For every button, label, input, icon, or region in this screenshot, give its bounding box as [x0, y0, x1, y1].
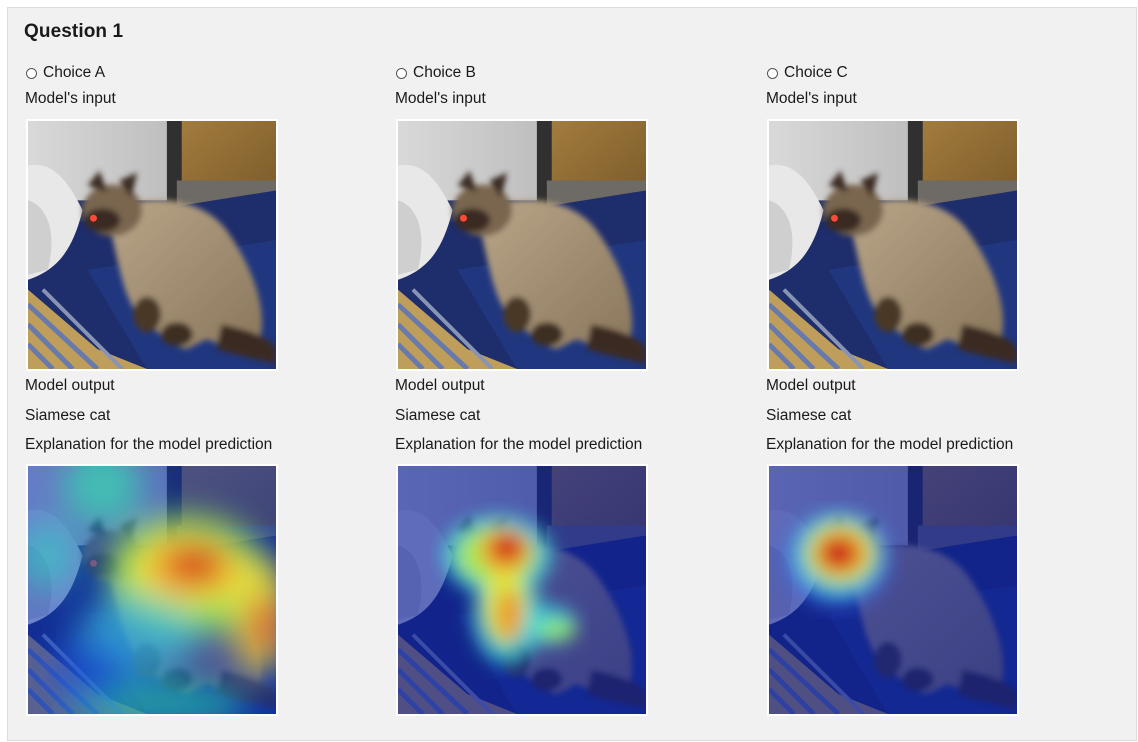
model-input-label: Model's input	[25, 90, 116, 107]
model-output-label: Model output	[766, 377, 856, 394]
question-panel: Question 1 Choice A Model's input Model …	[7, 7, 1137, 741]
choice-a: Choice A Model's input Model output Siam…	[25, 63, 365, 716]
explanation-heatmap-image	[26, 464, 278, 716]
model-input-image	[767, 119, 1019, 371]
explanation-label: Explanation for the model prediction	[25, 436, 273, 453]
choice-b: Choice B Model's input Model output Siam…	[395, 63, 735, 716]
model-prediction: Siamese cat	[395, 407, 481, 424]
explanation-heatmap-image	[396, 464, 648, 716]
choice-c-label[interactable]: Choice C	[784, 63, 848, 83]
choice-b-radio[interactable]	[396, 67, 407, 79]
explanation-label: Explanation for the model prediction	[395, 436, 643, 453]
choice-c-radio-row[interactable]: Choice C	[766, 63, 1106, 83]
choice-a-radio-row[interactable]: Choice A	[25, 63, 365, 83]
choice-a-radio[interactable]	[26, 67, 37, 79]
choice-c: Choice C Model's input Model output Siam…	[766, 63, 1106, 716]
model-input-image	[396, 119, 648, 371]
model-output-label: Model output	[25, 377, 115, 394]
explanation-heatmap-image	[767, 464, 1019, 716]
model-prediction: Siamese cat	[766, 407, 852, 424]
model-prediction: Siamese cat	[25, 407, 111, 424]
model-output-label: Model output	[395, 377, 485, 394]
choice-c-radio[interactable]	[767, 67, 778, 79]
question-title: Question 1	[24, 21, 124, 42]
explanation-label: Explanation for the model prediction	[766, 436, 1014, 453]
model-input-label: Model's input	[395, 90, 486, 107]
choice-b-radio-row[interactable]: Choice B	[395, 63, 735, 83]
model-input-label: Model's input	[766, 90, 857, 107]
choice-a-label[interactable]: Choice A	[43, 63, 105, 83]
model-input-image	[26, 119, 278, 371]
choice-b-label[interactable]: Choice B	[413, 63, 476, 83]
